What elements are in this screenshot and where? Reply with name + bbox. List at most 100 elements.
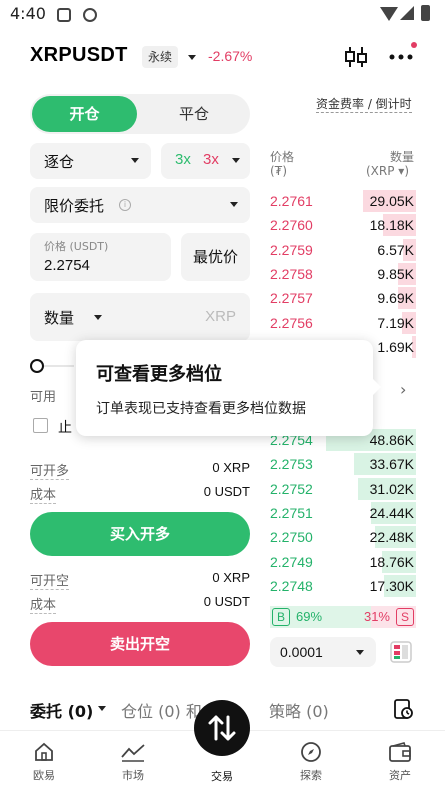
max-long-label: 可开多 [30,460,70,480]
buy-open-long-button[interactable]: 买入开多 [30,512,250,556]
max-short-label: 可开空 [30,570,70,590]
tab-strategy[interactable]: 策略 (0) [269,698,329,722]
status-time: 4:40 [10,4,46,23]
orderbook-qty-header: 数量 [390,150,415,164]
nav-label-trade[interactable]: 交易 [194,768,250,784]
max-short-value: 0 XRP [212,570,250,585]
bid-price[interactable]: 2.2749 [270,554,313,570]
chevron-down-icon [230,202,238,207]
buy-ratio: 69% [296,609,323,624]
bid-row[interactable]: 2.2753 33.67K [270,452,416,476]
more-levels-tooltip[interactable]: 可查看更多档位 订单表现已支持查看更多档位数据 [76,340,373,436]
orders-dropdown-chevron-icon[interactable] [98,706,106,711]
sell-ratio-badge: S [396,608,414,626]
bid-row[interactable]: 2.2751 24.44K [270,501,416,525]
trade-fab-button[interactable] [194,700,250,756]
candlestick-chart-icon[interactable] [343,44,369,70]
nav-item-market[interactable]: 市场 [103,741,163,783]
bid-row[interactable]: 2.2748 17.30K [270,574,416,598]
price-input-value: 2.2754 [44,257,90,274]
price-input[interactable]: 价格 (USDT) 2.2754 [30,233,171,281]
amount-slider-track[interactable] [44,365,74,367]
margin-mode-label: 逐仓 [44,153,75,171]
battery-icon [421,5,430,21]
price-change: -2.67% [208,48,253,64]
sell-ratio: 31% [363,609,390,624]
sell-open-short-button[interactable]: 卖出开空 [30,622,250,666]
ask-price[interactable]: 2.2759 [270,242,313,258]
short-cost-label: 成本 [30,594,57,614]
quantity-label: 数量 [44,309,75,327]
precision-select[interactable]: 0.0001 [270,637,376,667]
nav-item-okx[interactable]: 欧易 [14,741,74,783]
bid-price[interactable]: 2.2751 [270,505,313,521]
ask-row[interactable]: 2.2756 7.19K [270,311,416,335]
ask-price[interactable]: 2.2757 [270,290,313,306]
notification-a-icon [57,8,71,22]
pair-dropdown-chevron-icon[interactable] [188,55,196,60]
ask-row[interactable]: 2.2761 29.05K [270,189,416,213]
tooltip-title: 可查看更多档位 [96,364,222,385]
bid-quantity: 33.67K [369,456,414,473]
pair-title[interactable]: XRPUSDT [30,44,128,67]
chevron-down-icon [131,158,139,163]
tpsl-checkbox[interactable] [33,418,48,433]
order-history-icon[interactable] [393,698,413,720]
price-input-label: 价格 (USDT) [44,240,109,253]
ask-row[interactable]: 2.2757 9.69K [270,286,416,310]
tab-close-position[interactable]: 平仓 [140,96,248,132]
bid-row[interactable]: 2.2750 22.48K [270,525,416,549]
bid-price[interactable]: 2.2752 [270,481,313,497]
ask-row[interactable]: 2.2759 6.57K [270,238,416,262]
bid-price[interactable]: 2.2748 [270,578,313,594]
ask-row[interactable]: 2.2758 9.85K [270,262,416,286]
tooltip-arrow [372,378,381,396]
tab-orders[interactable]: 委托 (0) [30,698,93,722]
info-icon[interactable]: i [119,199,131,211]
tab-positions[interactable]: 仓位 (0) 和 [121,698,202,722]
browser-e-icon [83,8,97,22]
nav-item-explore[interactable]: 探索 [281,741,341,783]
leverage-select[interactable]: 3x 3x [161,143,250,179]
orderbook-qty-unit[interactable]: (XRP ▾) [366,164,409,178]
leverage-short: 3x [203,151,219,168]
amount-slider-handle[interactable] [30,359,44,373]
order-type-select[interactable]: 限价委托 i [30,187,250,223]
ask-row[interactable]: 2.2760 18.18K [270,213,416,237]
chevron-right-icon[interactable]: › [400,380,406,399]
nav-label-explore: 探索 [300,769,322,782]
chevron-down-icon [356,650,364,655]
orderbook-price-unit: (₮) [270,164,287,178]
nav-label-market: 市场 [122,769,144,782]
quantity-unit-chevron-icon[interactable] [94,315,102,320]
tooltip-body: 订单表现已支持查看更多档位数据 [96,401,306,417]
bid-price[interactable]: 2.2753 [270,456,313,472]
bid-price[interactable]: 2.2750 [270,529,313,545]
bid-row[interactable]: 2.2749 18.76K [270,550,416,574]
ask-price[interactable]: 2.2761 [270,193,313,209]
max-long-value: 0 XRP [212,460,250,475]
ask-price[interactable]: 2.2760 [270,217,313,233]
bid-quantity: 24.44K [369,504,414,521]
bid-row[interactable]: 2.2752 31.02K [270,477,416,501]
ask-price[interactable]: 2.2758 [270,266,313,282]
leverage-long: 3x [175,151,191,168]
nav-item-assets[interactable]: 资产 [370,741,430,783]
margin-mode-select[interactable]: 逐仓 [30,143,151,179]
nav-label-assets: 资产 [389,769,411,782]
nav-label-okx: 欧易 [33,769,55,782]
more-dots-icon[interactable] [388,44,414,70]
signal-icon [400,6,414,20]
wallet-icon [389,742,411,762]
ask-price[interactable]: 2.2756 [270,315,313,331]
bid-quantity: 22.48K [369,529,414,546]
bid-quantity: 18.76K [369,553,414,570]
wifi-icon [380,7,398,21]
best-price-button[interactable]: 最优价 [181,233,250,281]
quantity-input[interactable]: 数量 XRP [30,293,250,341]
funding-rate-link[interactable]: 资金费率 / 倒计时 [316,95,412,113]
ask-quantity: 1.69K [377,338,414,355]
tab-open-position[interactable]: 开仓 [32,96,137,132]
tpsl-label: 止 [58,420,72,436]
orderbook-layout-icon[interactable] [390,641,412,663]
